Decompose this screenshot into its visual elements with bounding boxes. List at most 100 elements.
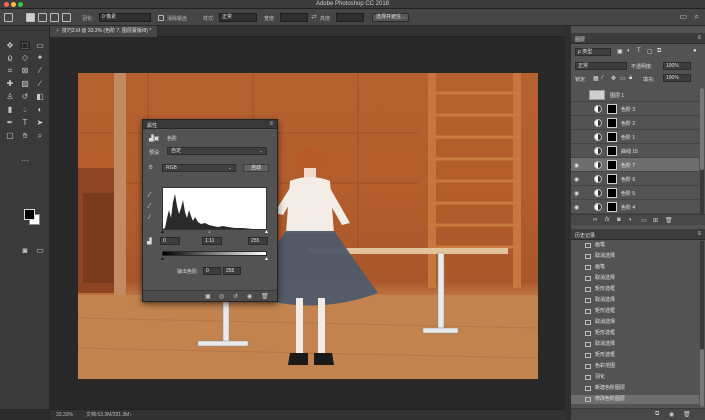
history-panel-header[interactable]: 历史记录 ≡ bbox=[571, 229, 705, 240]
lock-transparent-icon[interactable]: ▦ bbox=[593, 75, 599, 82]
history-item[interactable]: 矩形选框 bbox=[571, 329, 699, 338]
history-item[interactable]: 色彩范围 bbox=[571, 362, 699, 371]
canvas-workarea[interactable] bbox=[50, 37, 565, 409]
snapshot-icon[interactable]: ◉ bbox=[669, 411, 674, 418]
magic-wand-tool-icon[interactable]: ✦ bbox=[35, 53, 45, 62]
layers-scrollbar-thumb[interactable] bbox=[700, 88, 704, 170]
dodge-tool-icon[interactable]: ◐ bbox=[35, 105, 45, 114]
history-item[interactable]: 画笔 bbox=[571, 263, 699, 272]
reset-icon[interactable]: ↺ bbox=[233, 293, 238, 300]
history-brush-tool-icon[interactable]: ↺ bbox=[20, 92, 30, 101]
brush-tool-icon[interactable]: ∕ bbox=[35, 79, 45, 88]
view-previous-state-icon[interactable]: ◎ bbox=[219, 293, 224, 300]
lock-position-icon[interactable]: ✥ bbox=[611, 75, 616, 82]
hand-tool-icon[interactable]: ✋︎ bbox=[20, 131, 30, 140]
layer-filter-select[interactable]: ρ 类型 bbox=[575, 48, 611, 56]
layer-row[interactable]: 色阶 2 bbox=[571, 116, 699, 130]
eye-icon[interactable]: ◉ bbox=[574, 162, 579, 169]
layer-mask-thumbnail[interactable] bbox=[607, 146, 617, 156]
black-point-eyedropper-icon[interactable]: ⁄ bbox=[149, 192, 150, 199]
input-gamma-slider[interactable]: ▲ bbox=[207, 229, 212, 235]
layer-mask-thumbnail[interactable] bbox=[607, 118, 617, 128]
healing-brush-tool-icon[interactable]: ✚ bbox=[5, 79, 15, 88]
layers-panel-header[interactable]: 图层 ≡ bbox=[571, 33, 705, 44]
panel-menu-icon[interactable]: ≡ bbox=[697, 35, 701, 41]
trash-icon[interactable]: 🗑︎ bbox=[665, 217, 673, 224]
layer-row[interactable]: ◉ 色阶 5 bbox=[571, 186, 699, 200]
eye-icon[interactable]: ◉ bbox=[574, 204, 579, 211]
input-gamma-field[interactable]: 1.11 bbox=[202, 237, 222, 245]
history-scrollbar[interactable] bbox=[700, 241, 704, 407]
output-white-slider[interactable]: ▲ bbox=[264, 256, 269, 262]
select-and-mask-button[interactable]: 选择并遮住... bbox=[372, 13, 410, 22]
width-input[interactable] bbox=[280, 13, 308, 22]
zoom-tool-icon[interactable]: ⌕ bbox=[35, 131, 45, 140]
layer-row[interactable]: ◉ 色阶 4 bbox=[571, 200, 699, 214]
white-point-eyedropper-icon[interactable]: ⁄ bbox=[149, 214, 150, 221]
artboard-tool-icon[interactable]: ▭ bbox=[35, 41, 45, 50]
output-black-field[interactable]: 0 bbox=[203, 267, 221, 275]
path-selection-tool-icon[interactable]: ➤ bbox=[35, 118, 45, 127]
layer-mask-thumbnail[interactable] bbox=[607, 104, 617, 114]
layer-mask-thumbnail[interactable] bbox=[607, 132, 617, 142]
polygon-lasso-tool-icon[interactable]: ◇ bbox=[20, 53, 30, 62]
add-mask-icon[interactable]: ◙ bbox=[617, 217, 621, 223]
channel-hand-icon[interactable]: ✋︎ bbox=[149, 165, 152, 172]
patch-tool-icon[interactable]: ▨ bbox=[20, 79, 30, 88]
blend-mode-select[interactable]: 正常 bbox=[575, 62, 627, 70]
gradient-tool-icon[interactable]: ▮ bbox=[5, 105, 15, 114]
marquee-tool-preset-icon[interactable] bbox=[4, 13, 13, 22]
input-white-field[interactable]: 255 bbox=[248, 237, 268, 245]
panel-menu-icon[interactable]: ≡ bbox=[269, 121, 273, 127]
panel-menu-icon[interactable]: ≡ bbox=[697, 231, 701, 237]
history-item[interactable]: 取消选择 bbox=[571, 274, 699, 283]
trash-icon[interactable]: 🗑︎ bbox=[683, 411, 691, 418]
more-tools-icon[interactable]: ··· bbox=[20, 156, 30, 165]
intersect-selection-icon[interactable] bbox=[62, 13, 71, 22]
rectangle-tool-icon[interactable]: ▢ bbox=[5, 131, 15, 140]
auto-button[interactable]: 自动 bbox=[243, 164, 269, 172]
new-layer-icon[interactable]: ⊞ bbox=[653, 217, 658, 224]
crop-tool-icon[interactable]: ⌗ bbox=[5, 66, 15, 75]
visibility-icon[interactable]: ◉ bbox=[247, 293, 252, 300]
document-info[interactable]: 文档:63.3M/281.3M bbox=[86, 410, 129, 420]
filter-adjustment-icon[interactable]: ◐ bbox=[627, 48, 631, 54]
preset-select[interactable]: 自定 ⌄ bbox=[167, 147, 267, 155]
layer-row[interactable]: 色阶 3 bbox=[571, 102, 699, 116]
eye-icon[interactable]: ◉ bbox=[574, 176, 579, 183]
new-document-from-state-icon[interactable]: ⧉ bbox=[655, 411, 659, 418]
lasso-tool-icon[interactable]: ϱ bbox=[5, 53, 15, 62]
layer-mask-thumbnail[interactable] bbox=[607, 188, 617, 198]
properties-panel-header[interactable]: 属性 ≡ bbox=[143, 120, 277, 129]
layers-scrollbar[interactable] bbox=[700, 88, 704, 214]
history-item[interactable]: 新建色阶图层 bbox=[571, 384, 699, 393]
layer-mask-thumbnail[interactable] bbox=[607, 160, 617, 170]
close-icon[interactable]: × bbox=[56, 26, 59, 37]
gray-point-eyedropper-icon[interactable]: ⁄ bbox=[149, 203, 150, 210]
filter-type-icon[interactable]: T bbox=[637, 48, 641, 54]
input-black-slider[interactable]: ▲ bbox=[160, 229, 165, 235]
history-item[interactable]: 取消选择 bbox=[571, 252, 699, 261]
history-item[interactable]: 修改色阶图层 bbox=[571, 395, 699, 404]
pen-tool-icon[interactable]: ✒ bbox=[5, 118, 15, 127]
lock-all-icon[interactable]: 🔒︎ bbox=[629, 75, 632, 82]
status-arrow-icon[interactable]: › bbox=[130, 410, 132, 420]
clipping-warning-icon[interactable]: ▟ bbox=[147, 238, 152, 245]
type-tool-icon[interactable]: T bbox=[20, 118, 30, 127]
swap-dimensions-icon[interactable]: ⇄ bbox=[311, 13, 317, 21]
history-item[interactable]: 取消选择 bbox=[571, 296, 699, 305]
output-white-field[interactable]: 255 bbox=[223, 267, 241, 275]
zoom-level[interactable]: 33.33% bbox=[56, 410, 73, 420]
input-white-slider[interactable]: ▲ bbox=[264, 229, 269, 235]
eye-icon[interactable]: ◉ bbox=[574, 190, 579, 197]
layer-row[interactable]: 色阶 1 bbox=[571, 130, 699, 144]
link-layers-icon[interactable]: ∞ bbox=[593, 217, 597, 223]
new-adjustment-layer-icon[interactable]: ◐ bbox=[629, 217, 633, 223]
layer-mask-thumbnail[interactable] bbox=[607, 202, 617, 212]
height-input[interactable] bbox=[336, 13, 364, 22]
lock-image-icon[interactable]: ∕ bbox=[602, 75, 603, 81]
history-scrollbar-thumb[interactable] bbox=[700, 349, 704, 407]
clone-stamp-tool-icon[interactable]: ♙ bbox=[5, 92, 15, 101]
antialias-checkbox[interactable] bbox=[158, 15, 164, 21]
channel-select[interactable]: RGB ⌄ bbox=[162, 164, 236, 172]
